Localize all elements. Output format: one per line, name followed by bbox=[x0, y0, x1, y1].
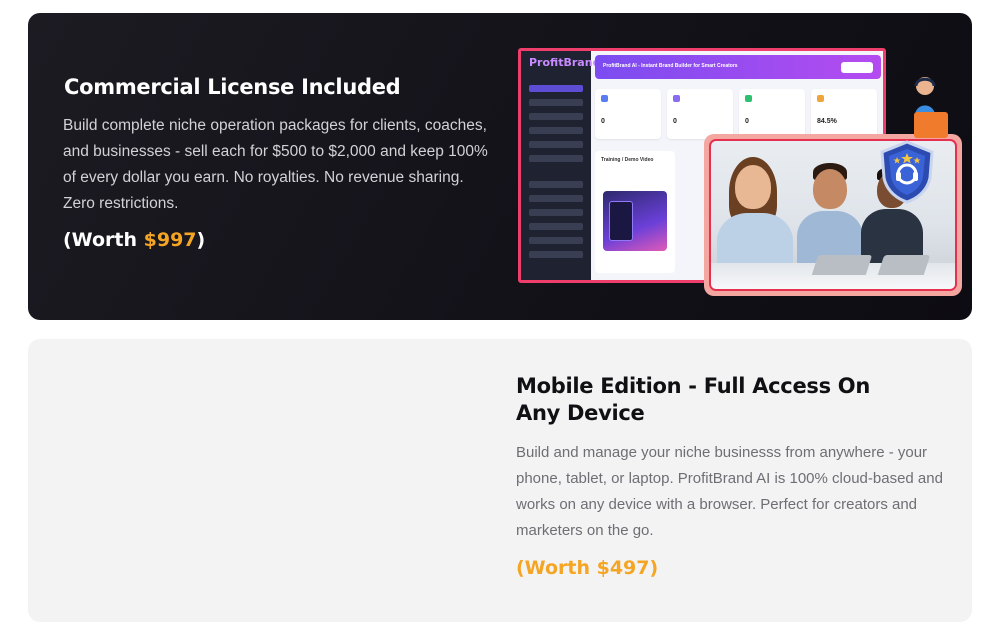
laptop-icon bbox=[811, 255, 873, 275]
dashboard-banner-button bbox=[841, 62, 873, 73]
stat-card: 0 bbox=[595, 89, 661, 139]
mobile-edition-card: Mobile Edition - Full Access On Any Devi… bbox=[28, 339, 972, 622]
stat-value: 0 bbox=[673, 118, 677, 125]
sidebar-item bbox=[529, 195, 583, 202]
commercial-license-title: Commercial License Included bbox=[64, 75, 401, 99]
stat-value: 0 bbox=[601, 118, 605, 125]
stat-card: 84.5% bbox=[811, 89, 877, 139]
sidebar-item bbox=[529, 155, 583, 162]
sidebar-item bbox=[529, 127, 583, 134]
stat-value: 0 bbox=[745, 118, 749, 125]
worth-price: $997 bbox=[143, 229, 197, 251]
sidebar-item bbox=[529, 237, 583, 244]
mobile-worth: (Worth $497) bbox=[516, 557, 659, 579]
stat-icon bbox=[745, 95, 752, 102]
stat-value: 84.5% bbox=[817, 118, 837, 125]
stat-card: 0 bbox=[739, 89, 805, 139]
stat-icon bbox=[673, 95, 680, 102]
worth-suffix: ) bbox=[196, 229, 206, 251]
sidebar-item bbox=[529, 251, 583, 258]
commercial-license-description: Build complete niche operation packages … bbox=[63, 117, 488, 212]
gift-box-icon bbox=[914, 112, 948, 138]
dashboard-banner: ProfitBrand AI - Instant Brand Builder f… bbox=[595, 55, 881, 79]
dashboard-banner-text: ProfitBrand AI - Instant Brand Builder f… bbox=[603, 63, 738, 69]
stat-card: 0 bbox=[667, 89, 733, 139]
dashboard-sidebar: ProfitBrand bbox=[521, 51, 600, 280]
sidebar-item bbox=[529, 141, 583, 148]
sidebar-item bbox=[529, 209, 583, 216]
stat-icon bbox=[817, 95, 824, 102]
sidebar-item bbox=[529, 181, 583, 188]
commercial-worth: (Worth $997) bbox=[63, 229, 205, 251]
stat-icon bbox=[601, 95, 608, 102]
device-illustration bbox=[609, 201, 633, 241]
sidebar-item bbox=[529, 113, 583, 120]
support-shield-icon bbox=[880, 140, 934, 204]
sidebar-item bbox=[529, 85, 583, 92]
sidebar-item bbox=[529, 223, 583, 230]
video-panel-title: Training / Demo Video bbox=[601, 157, 654, 163]
worth-prefix: (Worth bbox=[63, 229, 144, 251]
mobile-edition-title: Mobile Edition - Full Access On Any Devi… bbox=[516, 374, 870, 425]
dashboard-logo: ProfitBrand bbox=[529, 56, 601, 69]
commercial-license-card: Commercial License Included Build comple… bbox=[28, 13, 972, 320]
support-agent-icon bbox=[914, 77, 936, 116]
product-mockup-image: ProfitBrand ProfitBrand AI - Instant Bra… bbox=[518, 48, 962, 296]
video-panel: Training / Demo Video bbox=[595, 151, 675, 273]
laptop-icon bbox=[877, 255, 931, 275]
mobile-edition-description: Build and manage your niche businesss fr… bbox=[516, 444, 943, 539]
sidebar-item bbox=[529, 99, 583, 106]
